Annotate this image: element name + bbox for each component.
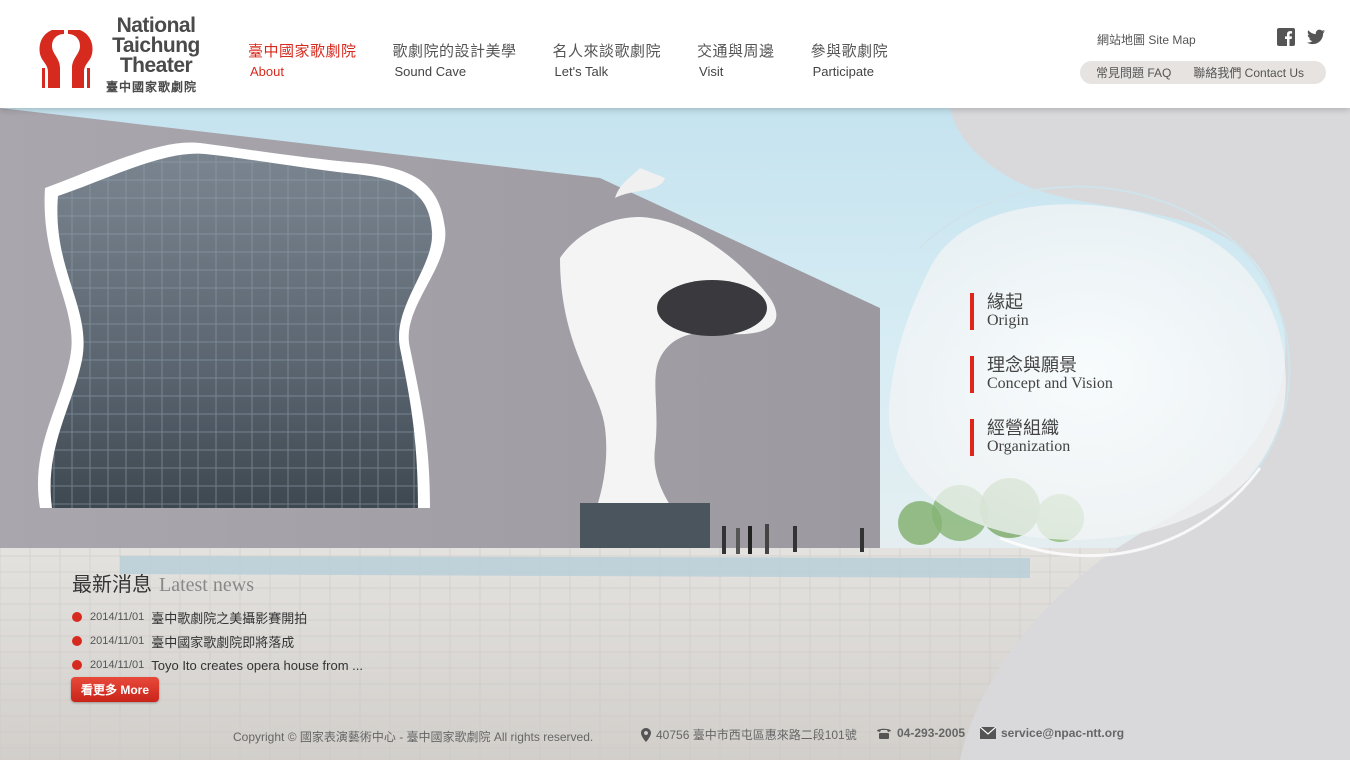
- side-item-concept[interactable]: 理念與願景 Concept and Vision: [970, 356, 1113, 393]
- news-date: 2014/11/01: [90, 611, 145, 623]
- side-item-zh: 經營組織: [987, 418, 1059, 438]
- logo-line-2: Taichung: [112, 34, 200, 57]
- news-item[interactable]: 2014/11/01 臺中國家歌劇院即將落成: [72, 629, 363, 653]
- about-side-menu: 緣起 Origin 理念與願景 Concept and Vision 經營組織 …: [970, 293, 1113, 482]
- logo-mark-icon: [39, 30, 93, 88]
- twitter-icon[interactable]: [1307, 28, 1325, 46]
- utility-pill: 常見問題 FAQ 聯絡我們 Contact Us: [1080, 61, 1326, 84]
- nav-item-en: Let's Talk: [554, 64, 609, 79]
- news-heading-en: Latest news: [159, 574, 254, 596]
- logo-line-3: Theater: [119, 54, 193, 77]
- nav-item-en: Visit: [699, 64, 724, 79]
- nav-item-en: Sound Cave: [394, 64, 467, 79]
- nav-item-participate[interactable]: 參與歌劇院 Participate: [811, 42, 889, 79]
- side-item-zh: 緣起: [987, 292, 1023, 312]
- mail-icon: [980, 727, 996, 739]
- bullet-icon: [72, 660, 82, 670]
- news-text: Toyo Ito creates opera house from ...: [151, 657, 363, 673]
- news-item[interactable]: 2014/11/01 Toyo Ito creates opera house …: [72, 653, 363, 677]
- nav-item-about[interactable]: 臺中國家歌劇院 About: [248, 42, 357, 79]
- nav-item-zh: 交通與周邊: [697, 43, 775, 60]
- news-text: 臺中國家歌劇院即將落成: [151, 634, 295, 650]
- side-item-zh: 理念與願景: [987, 355, 1077, 375]
- nav-item-visit[interactable]: 交通與周邊 Visit: [697, 42, 775, 79]
- side-item-origin[interactable]: 緣起 Origin: [970, 293, 1113, 330]
- nav-item-zh: 歌劇院的設計美學: [392, 43, 517, 60]
- site-header: National Taichung Theater 臺中國家歌劇院 臺中國家歌劇…: [0, 0, 1350, 108]
- news-item[interactable]: 2014/11/01 臺中歌劇院之美攝影賽開拍: [72, 605, 363, 629]
- nav-item-zh: 名人來談歌劇院: [552, 43, 662, 60]
- bullet-icon: [72, 636, 82, 646]
- site-footer: Copyright © 國家表演藝術中心 - 臺中國家歌劇院 All right…: [0, 726, 1350, 746]
- footer-address: 40756 臺中市西屯區惠來路二段101號: [641, 726, 857, 743]
- phone-text: 04-293-2005: [897, 726, 966, 740]
- nav-item-en: Participate: [812, 64, 874, 79]
- phone-icon: [877, 728, 891, 739]
- side-item-organization[interactable]: 經營組織 Organization: [970, 419, 1113, 456]
- side-item-en: Concept and Vision: [987, 375, 1113, 392]
- nav-item-zh: 臺中國家歌劇院: [248, 43, 357, 60]
- nav-item-en: About: [250, 64, 284, 79]
- logo-chinese: 臺中國家歌劇院: [106, 80, 198, 94]
- hero-banner: 緣起 Origin 理念與願景 Concept and Vision 經營組織 …: [0, 108, 1350, 760]
- site-logo[interactable]: National Taichung Theater 臺中國家歌劇院: [38, 14, 213, 96]
- side-item-en: Organization: [987, 438, 1071, 455]
- latest-news: 最新消息 Latest news 2014/11/01 臺中歌劇院之美攝影賽開拍…: [72, 568, 363, 677]
- news-text: 臺中歌劇院之美攝影賽開拍: [151, 610, 308, 626]
- faq-link[interactable]: 常見問題 FAQ: [1096, 64, 1171, 81]
- news-date: 2014/11/01: [90, 659, 145, 671]
- side-item-en: Origin: [987, 312, 1029, 329]
- email-text: service@npac-ntt.org: [1001, 726, 1125, 740]
- logo-text: National Taichung Theater 臺中國家歌劇院: [100, 14, 212, 95]
- map-pin-icon: [641, 727, 651, 742]
- logo-line-1: National: [116, 14, 196, 37]
- main-nav: 臺中國家歌劇院 About 歌劇院的設計美學 Sound Cave 名人來談歌劇…: [248, 42, 924, 79]
- news-heading-zh: 最新消息: [72, 574, 152, 596]
- footer-email[interactable]: service@npac-ntt.org: [980, 726, 1124, 740]
- copyright-text: Copyright © 國家表演藝術中心 - 臺中國家歌劇院 All right…: [233, 730, 594, 744]
- news-heading: 最新消息 Latest news: [72, 568, 363, 597]
- nav-item-zh: 參與歌劇院: [810, 43, 889, 60]
- nav-item-lets-talk[interactable]: 名人來談歌劇院 Let's Talk: [553, 42, 662, 79]
- bullet-icon: [72, 612, 82, 622]
- address-text: 40756 臺中市西屯區惠來路二段101號: [656, 728, 857, 742]
- nav-item-sound-cave[interactable]: 歌劇院的設計美學 Sound Cave: [393, 42, 517, 79]
- sitemap-link[interactable]: 網站地圖 Site Map: [1097, 31, 1196, 48]
- facebook-icon[interactable]: [1277, 28, 1295, 46]
- more-news-button[interactable]: 看更多 More: [71, 677, 159, 702]
- footer-phone: 04-293-2005: [876, 726, 965, 740]
- news-date: 2014/11/01: [90, 635, 145, 647]
- contact-link[interactable]: 聯絡我們 Contact Us: [1193, 64, 1304, 81]
